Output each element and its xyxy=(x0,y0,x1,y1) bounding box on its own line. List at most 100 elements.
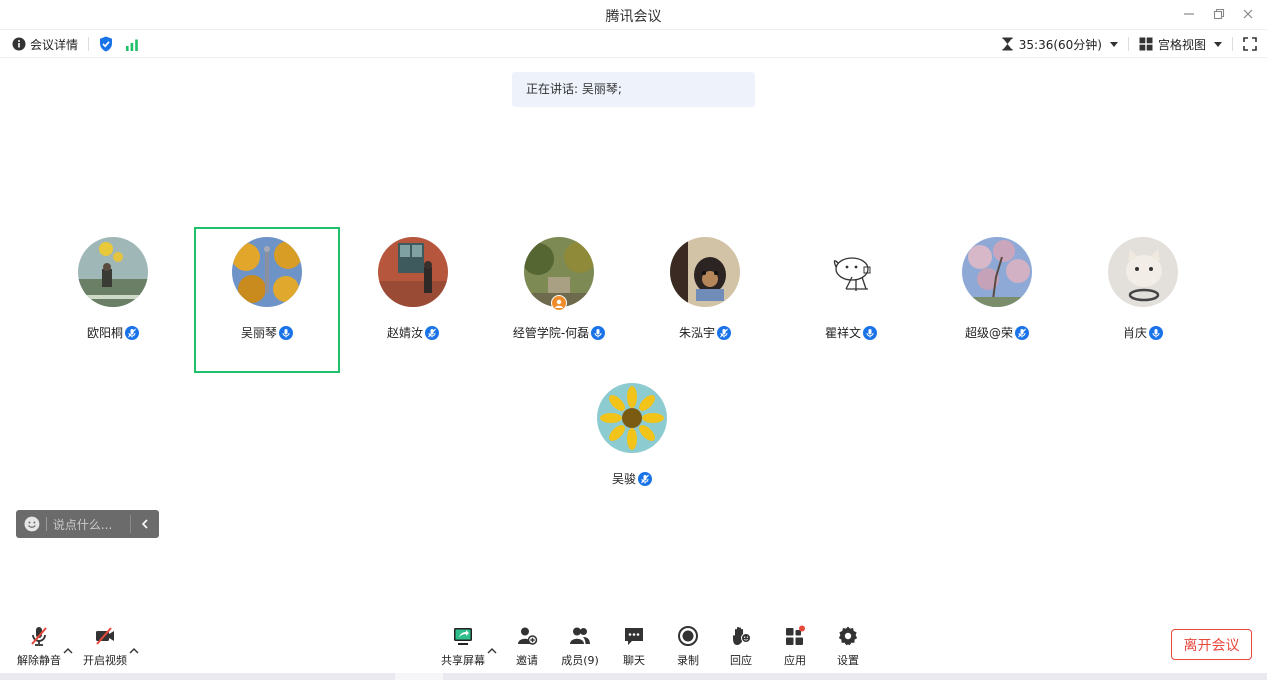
participant-name-row: 朱泓宇 xyxy=(632,324,778,341)
taskbar-segment xyxy=(395,673,443,680)
participant-name-row: 经管学院-何磊 xyxy=(486,324,632,341)
restore-button[interactable] xyxy=(1208,4,1230,24)
grid-view-icon xyxy=(1139,37,1153,51)
participant-tile[interactable]: 欧阳桐 xyxy=(40,227,186,373)
mic-on-icon xyxy=(863,325,877,340)
mic-muted-icon xyxy=(125,325,139,340)
participant-name: 超级@荣 xyxy=(964,326,1013,340)
fullscreen-icon xyxy=(1243,37,1257,51)
restore-icon xyxy=(1213,8,1225,20)
chevron-down-icon xyxy=(1214,41,1222,47)
host-badge-icon xyxy=(551,295,567,311)
view-mode-label: 宫格视图 xyxy=(1157,37,1206,52)
chat-quick-input[interactable]: 说点什么... xyxy=(16,510,159,538)
security-button[interactable] xyxy=(99,36,113,52)
avatar xyxy=(962,237,1032,307)
apps-label: 应用 xyxy=(784,654,806,667)
divider xyxy=(45,517,47,531)
close-icon xyxy=(1243,9,1253,19)
settings-label: 设置 xyxy=(837,654,859,667)
participant-tile[interactable]: 肖庆 xyxy=(1070,227,1216,373)
apps-button[interactable]: 应用 xyxy=(768,624,822,668)
chevron-down-icon xyxy=(1109,41,1118,47)
shield-icon xyxy=(100,36,113,52)
audio-options-button[interactable] xyxy=(63,640,73,654)
participant-name-row: 瞿祥文 xyxy=(778,324,924,341)
divider xyxy=(1232,37,1233,51)
meeting-details-button[interactable]: 会议详情 xyxy=(12,36,78,53)
settings-button[interactable]: 设置 xyxy=(821,624,875,668)
react-label: 回应 xyxy=(730,654,752,667)
share-screen-button[interactable]: 共享屏幕 xyxy=(436,624,490,668)
info-left: 会议详情 xyxy=(12,35,139,53)
participant-name: 赵婧汝 xyxy=(386,326,423,340)
divider xyxy=(1127,37,1129,51)
view-mode-button[interactable]: 宫格视图 xyxy=(1139,36,1222,53)
participant-tile[interactable]: 超级@荣 xyxy=(924,227,1070,373)
participant-name-row: 吴骏 xyxy=(559,470,705,487)
start-video-label: 开启视频 xyxy=(83,654,127,667)
members-icon xyxy=(570,627,590,644)
participant-tile[interactable]: 瞿祥文 xyxy=(778,227,924,373)
members-button[interactable]: 成员(9) xyxy=(553,624,607,668)
signal-bars-icon xyxy=(126,39,138,51)
chevron-up-icon xyxy=(487,648,497,654)
video-options-button[interactable] xyxy=(129,640,139,654)
chevron-left-icon xyxy=(141,519,148,529)
info-right: 35:36(60分钟) 宫格视图 xyxy=(1002,35,1257,53)
info-bar: 会议详情 35:36(60分钟) 宫格视图 xyxy=(0,30,1267,58)
invite-button[interactable]: 邀请 xyxy=(500,624,554,668)
video-off-icon xyxy=(96,626,114,645)
participant-tile[interactable]: 经管学院-何磊 xyxy=(486,227,632,373)
participant-name: 欧阳桐 xyxy=(86,326,123,340)
mic-on-icon xyxy=(591,325,606,340)
react-button[interactable]: 回应 xyxy=(714,624,768,668)
chat-input-placeholder[interactable]: 说点什么... xyxy=(53,516,124,533)
participant-name-row: 赵婧汝 xyxy=(340,324,486,341)
record-button[interactable]: 录制 xyxy=(661,624,715,668)
unmute-button[interactable]: 解除静音 xyxy=(12,624,66,668)
record-icon xyxy=(678,625,698,646)
mic-muted-icon xyxy=(425,325,439,340)
start-video-button[interactable]: 开启视频 xyxy=(78,624,132,668)
gear-icon xyxy=(838,626,858,645)
mic-muted-icon xyxy=(717,325,731,340)
network-signal-button[interactable] xyxy=(125,37,139,51)
record-label: 录制 xyxy=(677,654,699,667)
timer-text: 35:36(60分钟) xyxy=(1018,37,1102,52)
hourglass-icon xyxy=(1002,37,1013,51)
mic-muted-icon xyxy=(1015,325,1029,340)
collapse-chat-button[interactable] xyxy=(131,519,159,529)
participant-name: 经管学院-何磊 xyxy=(512,326,590,340)
avatar xyxy=(597,383,667,453)
participant-name: 朱泓宇 xyxy=(678,326,715,340)
participant-tile[interactable]: 朱泓宇 xyxy=(632,227,778,373)
divider xyxy=(88,37,90,51)
participant-name: 吴骏 xyxy=(611,472,636,486)
emoji-icon[interactable] xyxy=(24,516,40,532)
participant-name-row: 肖庆 xyxy=(1070,324,1216,341)
mic-off-icon xyxy=(31,626,47,646)
window-title: 腾讯会议 xyxy=(605,9,662,25)
apps-icon xyxy=(786,625,805,645)
share-options-button[interactable] xyxy=(487,640,497,654)
participant-name-row: 超级@荣 xyxy=(924,324,1070,341)
chat-button[interactable]: 聊天 xyxy=(607,624,661,668)
participant-name: 瞿祥文 xyxy=(824,326,861,340)
minimize-button[interactable] xyxy=(1178,4,1200,24)
leave-meeting-button[interactable]: 离开会议 xyxy=(1171,629,1252,660)
mic-on-icon xyxy=(1149,325,1163,340)
participant-tile[interactable]: 吴骏 xyxy=(559,373,705,519)
invite-label: 邀请 xyxy=(516,654,538,667)
participant-name-row: 吴丽琴 xyxy=(196,324,338,341)
share-screen-icon xyxy=(454,627,472,645)
meeting-timer[interactable]: 35:36(60分钟) xyxy=(1002,36,1118,53)
participant-name: 吴丽琴 xyxy=(240,326,277,340)
mic-on-icon xyxy=(279,325,293,340)
fullscreen-button[interactable] xyxy=(1243,37,1257,51)
participant-tile-active[interactable]: 吴丽琴 xyxy=(194,227,340,373)
unmute-label: 解除静音 xyxy=(17,654,61,667)
avatar xyxy=(816,237,886,307)
close-button[interactable] xyxy=(1237,4,1259,24)
participant-tile[interactable]: 赵婧汝 xyxy=(340,227,486,373)
